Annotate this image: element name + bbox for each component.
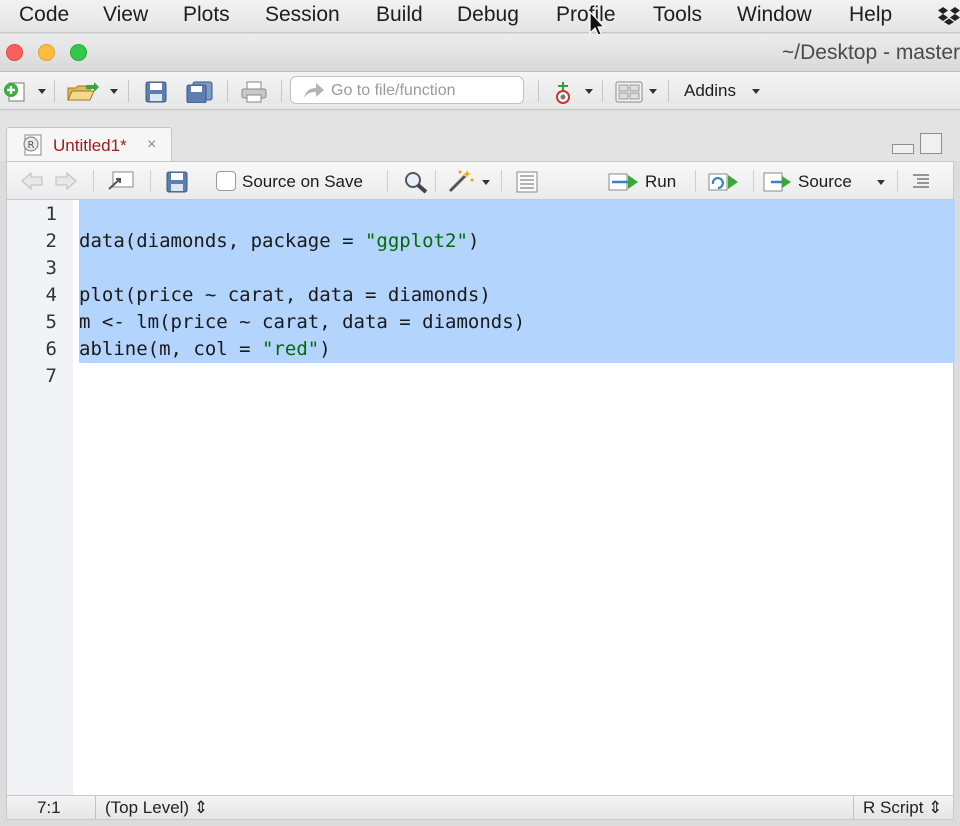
source-on-save-label: Source on Save bbox=[242, 172, 363, 191]
line-number: 4 bbox=[45, 284, 57, 306]
line-number: 7 bbox=[45, 365, 57, 387]
code-tools-dropdown-icon[interactable] bbox=[482, 180, 490, 185]
document-outline-icon[interactable] bbox=[911, 173, 931, 189]
code-line: m <- lm(price ~ carat, data = diamonds) bbox=[79, 311, 526, 333]
addins-dropdown-icon[interactable] bbox=[752, 89, 760, 94]
line-number: 5 bbox=[45, 311, 57, 333]
source-button[interactable]: Source bbox=[798, 172, 852, 192]
line-number: 2 bbox=[45, 230, 57, 252]
go-to-file-function-input[interactable]: Go to file/function bbox=[290, 76, 524, 104]
source-dropdown-icon[interactable] bbox=[877, 180, 885, 185]
r-script-file-icon: R bbox=[23, 134, 42, 156]
maximize-pane-icon[interactable] bbox=[920, 133, 942, 154]
menu-build[interactable]: Build bbox=[376, 3, 423, 27]
source-icon[interactable] bbox=[763, 171, 793, 193]
back-arrow-icon[interactable] bbox=[21, 172, 43, 190]
code-line: plot(price ~ carat, data = diamonds) bbox=[79, 284, 491, 306]
rerun-previous-icon[interactable] bbox=[708, 170, 740, 194]
menu-window[interactable]: Window bbox=[737, 3, 812, 27]
editor-statusbar: 7:1 (Top Level) ⇕ R Script ⇕ bbox=[6, 795, 954, 820]
print-icon[interactable] bbox=[241, 81, 267, 103]
minimize-window-button[interactable] bbox=[38, 44, 55, 61]
show-in-window-icon[interactable] bbox=[107, 171, 135, 191]
svg-text:R: R bbox=[28, 140, 35, 151]
save-document-icon[interactable] bbox=[166, 171, 188, 193]
pane-layout-dropdown-icon[interactable] bbox=[649, 89, 657, 94]
go-to-file-function-placeholder: Go to file/function bbox=[331, 82, 456, 99]
close-window-button[interactable] bbox=[6, 44, 23, 61]
dropbox-icon[interactable] bbox=[938, 6, 960, 26]
open-file-icon[interactable] bbox=[66, 81, 100, 103]
line-number: 1 bbox=[45, 203, 57, 225]
editor-tabstrip: R Untitled1* × bbox=[0, 111, 960, 161]
compile-report-icon[interactable] bbox=[515, 171, 539, 193]
close-tab-icon[interactable]: × bbox=[147, 136, 156, 154]
line-number-gutter: 1 2 3 4 5 6 7 bbox=[7, 200, 73, 795]
code-tools-wand-icon[interactable] bbox=[447, 169, 475, 193]
menu-session[interactable]: Session bbox=[265, 3, 340, 27]
menu-view[interactable]: View bbox=[103, 3, 148, 27]
window-title: ~/Desktop - master bbox=[782, 41, 960, 64]
run-button[interactable]: Run bbox=[645, 172, 676, 192]
line-number: 6 bbox=[45, 338, 57, 360]
file-type-selector[interactable]: R Script ⇕ bbox=[863, 798, 942, 818]
version-control-icon[interactable] bbox=[552, 81, 574, 105]
menu-plots[interactable]: Plots bbox=[183, 3, 230, 27]
source-on-save-checkbox[interactable] bbox=[216, 171, 236, 191]
tab-untitled1[interactable]: R Untitled1* × bbox=[6, 127, 172, 161]
open-file-dropdown-icon[interactable] bbox=[110, 89, 118, 94]
menubar: Code View Plots Session Build Debug Prof… bbox=[0, 0, 960, 33]
run-icon[interactable] bbox=[608, 171, 640, 193]
minimize-pane-icon[interactable] bbox=[892, 144, 914, 154]
cursor-position: 7:1 bbox=[37, 798, 61, 817]
save-all-icon[interactable] bbox=[186, 81, 214, 103]
tab-label: Untitled1* bbox=[53, 136, 127, 155]
window-titlebar: ~/Desktop - master bbox=[0, 34, 960, 72]
new-file-icon[interactable] bbox=[3, 81, 29, 103]
menu-code[interactable]: Code bbox=[19, 3, 69, 27]
line-number: 3 bbox=[45, 257, 57, 279]
code-line: abline(m, col = "red") bbox=[79, 338, 331, 360]
zoom-window-button[interactable] bbox=[70, 44, 87, 61]
menu-tools[interactable]: Tools bbox=[653, 3, 702, 27]
go-to-arrow-icon bbox=[304, 83, 324, 98]
scope-selector[interactable]: (Top Level) ⇕ bbox=[105, 798, 208, 818]
new-file-dropdown-icon[interactable] bbox=[38, 89, 46, 94]
editor-toolbar: Source on Save Run Source bbox=[6, 161, 954, 200]
version-control-dropdown-icon[interactable] bbox=[585, 89, 593, 94]
menu-debug[interactable]: Debug bbox=[457, 3, 519, 27]
pane-layout-icon[interactable] bbox=[615, 81, 643, 103]
forward-arrow-icon[interactable] bbox=[55, 172, 77, 190]
menu-help[interactable]: Help bbox=[849, 3, 892, 27]
menu-profile[interactable]: Profile bbox=[556, 3, 616, 27]
addins-menu-button[interactable]: Addins bbox=[684, 81, 736, 101]
save-icon[interactable] bbox=[145, 81, 167, 103]
code-line: data(diamonds, package = "ggplot2") bbox=[79, 230, 480, 252]
find-replace-icon[interactable] bbox=[403, 170, 429, 194]
code-editor[interactable]: 1 2 3 4 5 6 7 data(diamonds, package = "… bbox=[6, 200, 955, 795]
